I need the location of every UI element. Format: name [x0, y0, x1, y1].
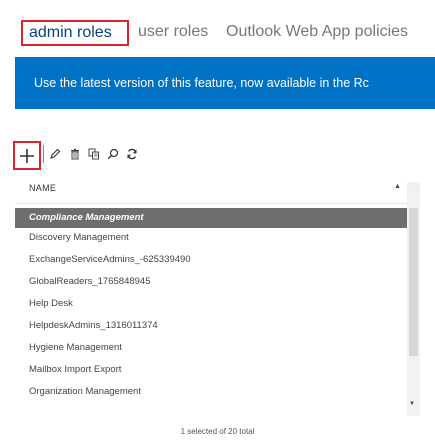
table-row[interactable]: ExchangeServiceAdmins_-625339490	[15, 250, 407, 270]
table-row[interactable]: Hygiene Management	[15, 338, 407, 358]
tab-user-roles[interactable]: user roles	[138, 20, 208, 46]
selection-status: 1 selected of 20 total	[180, 427, 255, 436]
new-version-banner[interactable]: Use the latest version of this feature, …	[15, 57, 435, 109]
refresh-icon	[127, 148, 137, 160]
toolbar-separator	[43, 145, 44, 163]
table-row[interactable]: Organization Management	[15, 382, 407, 402]
edit-icon	[50, 148, 61, 159]
table-header: NAME ▲	[15, 176, 420, 204]
add-button[interactable]	[13, 141, 41, 170]
banner-text: Use the latest version of this feature, …	[34, 76, 369, 90]
toolbar	[0, 137, 435, 171]
tab-admin-roles[interactable]: admin roles	[21, 20, 129, 46]
tab-outlook-web-app-policies[interactable]: Outlook Web App policies	[226, 20, 408, 46]
table-row[interactable]: Compliance Management	[15, 208, 407, 228]
search-button[interactable]	[105, 137, 121, 171]
delete-icon	[71, 148, 79, 160]
table-row[interactable]: HelpdeskAdmins_1316011374	[15, 316, 407, 336]
add-icon	[20, 148, 34, 163]
table-row[interactable]: Mailbox Import Export	[15, 360, 407, 380]
column-header-name[interactable]: NAME	[29, 183, 56, 193]
scroll-down-icon[interactable]: ▼	[409, 401, 415, 407]
table-row[interactable]: GlobalReaders_1765848945	[15, 272, 407, 292]
copy-icon	[88, 148, 99, 160]
scroll-thumb[interactable]	[409, 208, 418, 356]
delete-button[interactable]	[67, 137, 83, 171]
table-row[interactable]: Discovery Management	[15, 228, 407, 248]
table-row[interactable]: Help Desk	[15, 294, 407, 314]
copy-button[interactable]	[86, 137, 102, 171]
refresh-button[interactable]	[124, 137, 140, 171]
sort-ascending-icon[interactable]: ▲	[394, 183, 401, 190]
roles-list: Compliance Management Discovery Manageme…	[15, 208, 420, 415]
search-icon	[107, 148, 119, 160]
list-scrollbar[interactable]: ▼	[407, 182, 420, 416]
scroll-up-button[interactable]	[407, 182, 420, 194]
tab-bar: admin roles user roles Outlook Web App p…	[0, 0, 435, 56]
edit-button[interactable]	[47, 137, 63, 171]
